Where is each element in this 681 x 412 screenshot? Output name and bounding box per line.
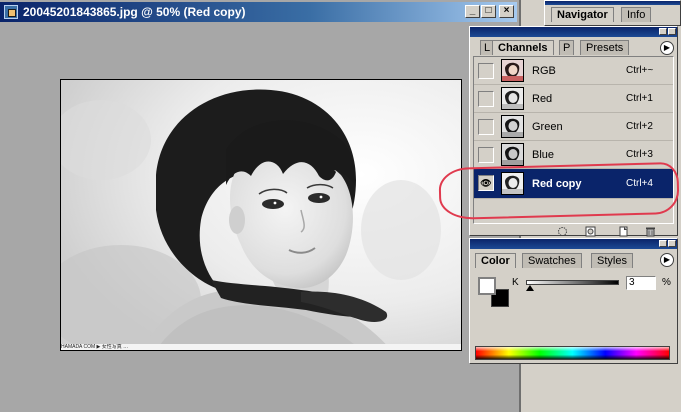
- navigator-panel-titlebar[interactable]: [545, 1, 680, 5]
- document-window: 20045201843865.jpg @ 50% (Red copy) _ □ …: [0, 0, 521, 412]
- rgb-thumbnail-icon: [502, 60, 523, 81]
- visibility-toggle-green[interactable]: [478, 119, 494, 135]
- portrait-photo: [61, 80, 461, 350]
- percent-label: %: [662, 277, 671, 288]
- channel-shortcut: Ctrl+1: [626, 93, 653, 104]
- channel-list: RGB Ctrl+~ Red Ctrl+1 Green Ctrl+2 Blue …: [473, 56, 674, 224]
- document-title: 20045201843865.jpg @ 50% (Red copy): [23, 5, 246, 19]
- panel-close-button[interactable]: [668, 240, 676, 247]
- tab-navigator[interactable]: Navigator: [551, 7, 614, 22]
- channel-shortcut: Ctrl+~: [626, 65, 654, 76]
- k-channel-label: K: [512, 277, 519, 288]
- channel-name: Red: [532, 93, 553, 105]
- close-button[interactable]: ×: [499, 5, 514, 18]
- new-channel-icon[interactable]: [618, 226, 629, 237]
- tab-styles[interactable]: Styles: [591, 253, 633, 268]
- channel-name: Green: [532, 121, 563, 133]
- image-canvas[interactable]: HAMADA COM ▶ 女性写真 …: [60, 79, 462, 351]
- tab-presets[interactable]: Presets: [580, 40, 630, 55]
- minimize-button[interactable]: _: [465, 5, 480, 18]
- tab-info[interactable]: Info: [621, 7, 652, 22]
- channel-name: Blue: [532, 149, 555, 161]
- foreground-color-swatch[interactable]: [478, 277, 496, 295]
- k-slider-track[interactable]: [526, 280, 619, 285]
- channel-row-red-copy[interactable]: 👁 Red copy Ctrl+4: [474, 169, 673, 199]
- channels-panel: L Channels P Presets ▶ RGB Ctrl+~ Red Ct…: [469, 26, 678, 238]
- panel-minimize-button[interactable]: [659, 28, 667, 35]
- visibility-toggle-red[interactable]: [478, 91, 494, 107]
- channels-footer: [473, 226, 674, 238]
- document-titlebar[interactable]: 20045201843865.jpg @ 50% (Red copy) _ □ …: [0, 2, 517, 22]
- visibility-toggle-red-copy[interactable]: 👁: [478, 175, 494, 191]
- channel-thumbnail-green: [501, 115, 524, 138]
- color-menu-button[interactable]: ▶: [660, 253, 674, 267]
- k-value-input[interactable]: 3: [626, 276, 656, 290]
- eye-icon: 👁: [480, 178, 492, 188]
- grayscale-thumbnail-icon: [502, 144, 523, 165]
- channel-row-green[interactable]: Green Ctrl+2: [474, 113, 673, 141]
- panel-close-button[interactable]: [668, 28, 676, 35]
- k-slider-thumb[interactable]: [525, 285, 534, 291]
- channel-thumbnail-red-copy: [501, 172, 524, 195]
- visibility-toggle-blue[interactable]: [478, 147, 494, 163]
- panel-minimize-button[interactable]: [659, 240, 667, 247]
- maximize-button[interactable]: □: [481, 5, 496, 18]
- channel-row-blue[interactable]: Blue Ctrl+3: [474, 141, 673, 169]
- load-selection-icon[interactable]: [557, 226, 568, 237]
- canvas-caption-text: HAMADA COM ▶ 女性写真 …: [61, 344, 461, 350]
- visibility-toggle-rgb[interactable]: [478, 63, 494, 79]
- channel-thumbnail-red: [501, 87, 524, 110]
- navigator-panel: Navigator Info: [544, 0, 681, 26]
- tab-paths[interactable]: P: [559, 40, 575, 55]
- tab-channels[interactable]: Channels: [492, 40, 554, 55]
- channel-row-rgb[interactable]: RGB Ctrl+~: [474, 57, 673, 85]
- tab-swatches[interactable]: Swatches: [522, 253, 582, 268]
- photoshop-document-icon[interactable]: [4, 5, 18, 19]
- grayscale-thumbnail-icon: [502, 116, 523, 137]
- channel-shortcut: Ctrl+2: [626, 121, 653, 132]
- color-panel-titlebar[interactable]: [470, 239, 677, 249]
- channel-name: Red copy: [532, 178, 582, 190]
- grayscale-thumbnail-icon: [502, 173, 523, 194]
- save-selection-icon[interactable]: [585, 226, 596, 237]
- channel-shortcut: Ctrl+3: [626, 149, 653, 160]
- channel-thumbnail-rgb: [501, 59, 524, 82]
- color-ramp[interactable]: [475, 346, 670, 360]
- channel-shortcut: Ctrl+4: [626, 178, 653, 189]
- channel-thumbnail-blue: [501, 143, 524, 166]
- channel-row-red[interactable]: Red Ctrl+1: [474, 85, 673, 113]
- channels-panel-titlebar[interactable]: [470, 27, 677, 37]
- channels-menu-button[interactable]: ▶: [660, 41, 674, 55]
- tab-color[interactable]: Color: [475, 253, 516, 268]
- grayscale-thumbnail-icon: [502, 88, 523, 109]
- channel-name: RGB: [532, 65, 556, 77]
- trash-icon[interactable]: [645, 226, 656, 237]
